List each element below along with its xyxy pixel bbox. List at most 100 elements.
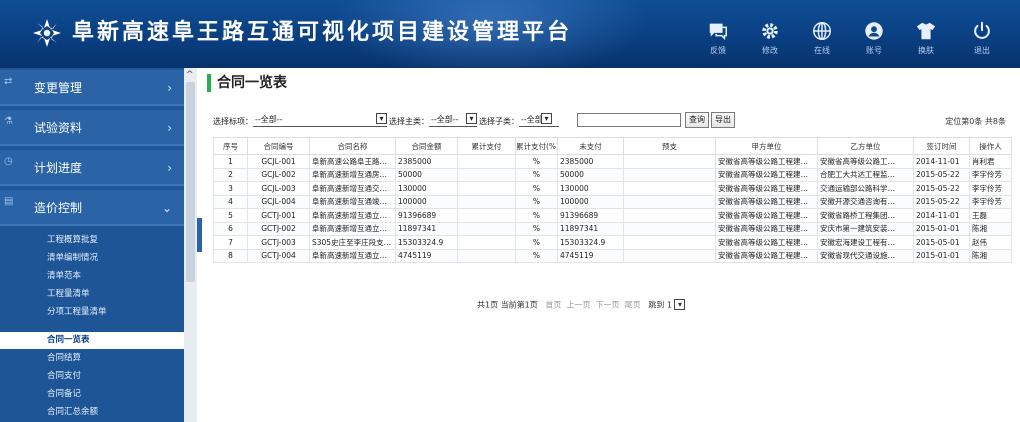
- table-row[interactable]: 3 GCJL-003 阜新高速新增互通交工… 130000% 130000 安徽省高等级公…: [213, 181, 1012, 196]
- chevron-down-icon: ▾: [674, 299, 686, 310]
- table-cell: [623, 154, 716, 169]
- table-row[interactable]: 7 GCTJ-003 S305史庄至李庄段支线… 15303324.9% 1530332…: [213, 235, 1012, 250]
- skin-button[interactable]: 换肤: [902, 8, 950, 60]
- sidebar-menu-test[interactable]: ⚗ 试验资料 ›: [0, 110, 184, 146]
- chevron-down-icon: ▾: [466, 113, 477, 124]
- first-page-link[interactable]: 首页: [545, 301, 561, 310]
- table-cell: 2385000: [557, 154, 624, 169]
- table-cell: %: [515, 194, 558, 209]
- project-select[interactable]: --全部-- ▾: [253, 112, 387, 127]
- search-input[interactable]: [577, 113, 681, 127]
- sidebar-menu-plan[interactable]: ◷ 计划进度 ›: [0, 150, 184, 186]
- party-a-select-value: --全部--: [431, 115, 459, 124]
- submenu-item[interactable]: 合同结算: [0, 350, 184, 367]
- table-cell: S305史庄至李庄段支线…: [309, 235, 396, 250]
- submenu-item[interactable]: 清单编制情况: [0, 250, 184, 267]
- scrollbar-thumb[interactable]: [186, 82, 195, 282]
- page-title: 合同一览表: [207, 74, 287, 92]
- jump-label: 跳到: [648, 300, 665, 310]
- clock-icon: ◷: [4, 156, 13, 167]
- table-cell: 赵伟: [969, 235, 1012, 250]
- table-cell: 130000: [557, 181, 624, 196]
- sidebar-collapse-handle[interactable]: [197, 218, 202, 252]
- submenu-item[interactable]: 合同备记: [0, 386, 184, 403]
- submenu-item-current[interactable]: 合同一览表: [0, 332, 184, 349]
- sidebar-menu-label: 试验资料: [34, 121, 83, 135]
- account-button[interactable]: 账号: [850, 8, 898, 60]
- next-page-link[interactable]: 下一页: [596, 301, 620, 310]
- last-page-link[interactable]: 尾页: [625, 301, 641, 310]
- pager-info: 共1页 当前第1页: [477, 300, 538, 310]
- jump-select[interactable]: ▾: [674, 299, 704, 311]
- table-row[interactable]: 5 GCTJ-001 阜新高速新增互通立交… 91396689% 91396689 安徽省…: [213, 208, 1012, 223]
- table-row[interactable]: 1 GCJL-001 阜新高速公路阜王路互通… 2385000% 2385000 安徽省高…: [213, 154, 1012, 169]
- table-cell: 7: [213, 235, 248, 250]
- table-cell: [457, 235, 516, 250]
- chevron-down-icon: ⌄: [161, 201, 172, 215]
- jump-select-value[interactable]: 1: [667, 301, 672, 310]
- table-cell: 50000: [395, 167, 458, 182]
- submenu-item[interactable]: 分项工程量清单: [0, 304, 184, 321]
- table-cell: [457, 221, 516, 236]
- project-filter-label: 选择标项：: [213, 117, 253, 126]
- table-cell: 安徽省现代交通设施…: [817, 248, 914, 263]
- table-cell: 2015-01-01: [913, 221, 970, 236]
- party-b-dropdown[interactable]: ▾: [539, 112, 552, 127]
- scroll-up-icon[interactable]: ^: [186, 70, 194, 80]
- table-cell: %: [515, 221, 558, 236]
- table-row[interactable]: 6 GCTJ-002 阜新高速新增互通立交… 11897341% 11897341 安徽省…: [213, 221, 1012, 236]
- sidebar-menu-change[interactable]: ⇄ 变更管理 ›: [0, 70, 184, 106]
- sidebar-menu-cost[interactable]: ▤ 造价控制 ⌄: [0, 190, 184, 226]
- table-cell: 阜新高速公路阜王路互通…: [309, 154, 396, 169]
- table-cell: 2015-05-22: [913, 167, 970, 182]
- table-row[interactable]: 8 GCTJ-004 阜新高速新增互通立交… 4745119% 4745119 安徽省高等…: [213, 248, 1012, 263]
- submenu-item[interactable]: 合同汇总余额: [0, 404, 184, 421]
- table-row[interactable]: 2 GCJL-002 阜新高速新增互通房建… 50000% 50000 安徽省高等级公路工…: [213, 167, 1012, 182]
- submenu-item[interactable]: 工程量清单: [0, 286, 184, 303]
- table-cell: 3: [213, 181, 248, 196]
- online-button[interactable]: 在线: [798, 8, 846, 60]
- account-label: 账号: [866, 46, 882, 55]
- party-a-select[interactable]: --全部-- ▾: [429, 112, 477, 127]
- export-button[interactable]: 导出: [711, 112, 735, 128]
- submenu-item[interactable]: 清单范本: [0, 268, 184, 285]
- table-cell: [623, 167, 716, 182]
- logout-button[interactable]: 退出: [958, 8, 1006, 60]
- table-row[interactable]: 4 GCJL-004 阜新高速新增互通竣工… 100000% 100000 安徽省高等级公…: [213, 194, 1012, 209]
- col-header: 序号: [213, 137, 248, 155]
- table-cell: 王磊: [969, 208, 1012, 223]
- table-cell: 4: [213, 194, 248, 209]
- table-cell: 陈湘: [969, 248, 1012, 263]
- submenu-item[interactable]: 工程概算批复: [0, 232, 184, 249]
- query-button[interactable]: 查询: [685, 112, 709, 128]
- logo-icon: [33, 19, 61, 47]
- sidebar-scrollbar[interactable]: ^: [184, 68, 197, 422]
- table-cell: 安徽省高等级公路工…: [817, 154, 914, 169]
- table-cell: 15303324.9: [557, 235, 624, 250]
- table-cell: 130000: [395, 181, 458, 196]
- feedback-button[interactable]: 反馈: [694, 8, 742, 60]
- table-cell: 15303324.9: [395, 235, 458, 250]
- shirt-icon: [916, 22, 936, 40]
- online-label: 在线: [814, 46, 830, 55]
- table-cell: [623, 181, 716, 196]
- table-cell: 8: [213, 248, 248, 263]
- table-cell: 91396689: [395, 208, 458, 223]
- table-cell: 安徽省高等级公路工程建…: [715, 154, 818, 169]
- table-cell: 2015-05-01: [913, 235, 970, 250]
- table-cell: [457, 181, 516, 196]
- col-header: 未支付: [557, 137, 624, 155]
- table-cell: 阜新高速新增互通交工…: [309, 181, 396, 196]
- table-cell: 安庆市第一建筑安装…: [817, 221, 914, 236]
- table-cell: %: [515, 248, 558, 263]
- prev-page-link[interactable]: 上一页: [566, 301, 590, 310]
- submenu-item[interactable]: 合同支付: [0, 368, 184, 385]
- table-cell: %: [515, 235, 558, 250]
- table-cell: GCJL-004: [247, 194, 310, 209]
- settings-button[interactable]: 修改: [746, 8, 794, 60]
- table-cell: 安徽省路桥工程集团…: [817, 208, 914, 223]
- table-cell: %: [515, 167, 558, 182]
- table-cell: 100000: [557, 194, 624, 209]
- col-header: 合同编号: [247, 137, 310, 155]
- table-cell: [623, 235, 716, 250]
